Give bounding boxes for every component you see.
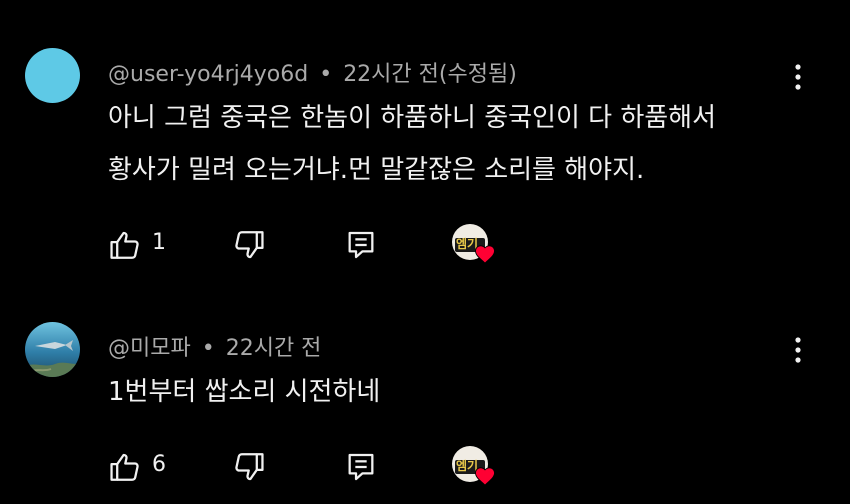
creator-heart[interactable]: 엠기 <box>452 446 500 494</box>
like-count: 6 <box>152 452 166 477</box>
meta-separator: • <box>319 62 333 87</box>
heart-icon <box>474 467 496 486</box>
reply-icon[interactable] <box>344 450 378 484</box>
meta-separator: • <box>201 336 215 361</box>
comment-actions: 1 엠기 <box>108 224 528 264</box>
avatar[interactable] <box>25 48 80 103</box>
comment-line: 아니 그럼 중국은 한놈이 하품하니 중국인이 다 하품해서 <box>108 103 717 133</box>
username[interactable]: @미모파 <box>108 336 191 361</box>
timestamp: 22시간 전(수정됨) <box>343 62 517 87</box>
more-vert-icon[interactable] <box>786 335 810 365</box>
thumbs-up-icon[interactable] <box>108 228 142 262</box>
comment-header: @미모파 • 22시간 전 <box>108 330 321 362</box>
heart-icon <box>474 245 496 264</box>
thumbs-down-icon[interactable] <box>232 450 266 484</box>
like-count: 1 <box>152 230 166 255</box>
thumbs-up-icon[interactable] <box>108 450 142 484</box>
username[interactable]: @user-yo4rj4yo6d <box>108 62 308 87</box>
timestamp: 22시간 전 <box>225 336 322 361</box>
thumbs-down-icon[interactable] <box>232 228 266 262</box>
comment-line: 황사가 밀려 오는거냐.먼 말같잖은 소리를 해야지. <box>108 155 645 185</box>
reply-icon[interactable] <box>344 228 378 262</box>
avatar[interactable] <box>25 322 80 377</box>
comment-header: @user-yo4rj4yo6d • 22시간 전(수정됨) <box>108 56 517 88</box>
comment-actions: 6 엠기 <box>108 446 528 486</box>
comment-text: 아니 그럼 중국은 한놈이 하품하니 중국인이 다 하품해서 황사가 밀려 오는… <box>108 92 716 196</box>
comment-text: 1번부터 쌉소리 시전하네 <box>108 366 380 418</box>
creator-heart[interactable]: 엠기 <box>452 224 500 272</box>
comment-line: 1번부터 쌉소리 시전하네 <box>108 377 381 407</box>
more-vert-icon[interactable] <box>786 62 810 92</box>
